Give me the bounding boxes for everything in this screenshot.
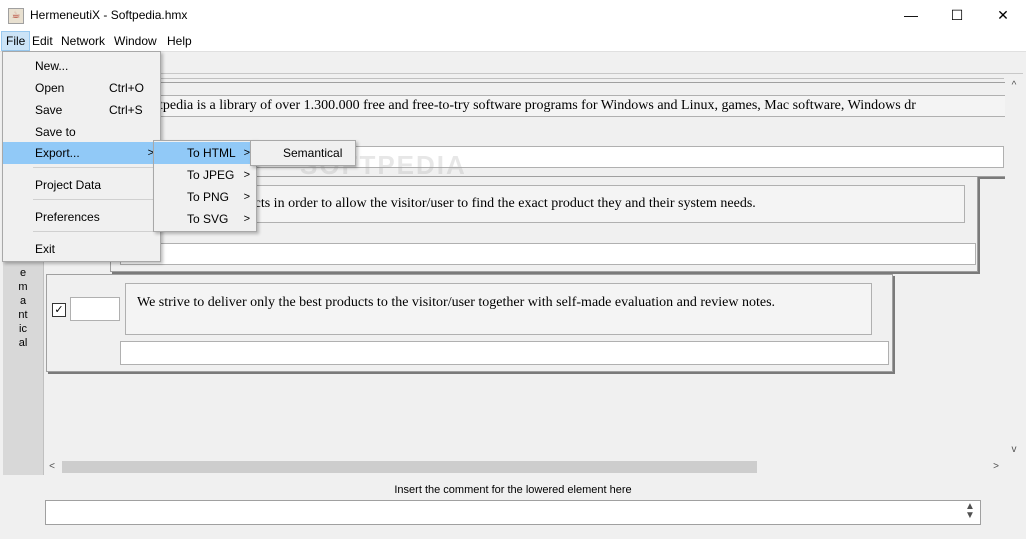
proposition-checkbox[interactable]: ✓: [52, 303, 66, 317]
proposition-text[interactable]: …tpedia is a library of over 1.300.000 f…: [138, 95, 1012, 117]
proposition-comment-field[interactable]: [120, 341, 889, 365]
menu-item-save[interactable]: Save Ctrl+S: [3, 99, 160, 121]
menu-item-label: To PNG: [187, 190, 230, 204]
scroll-left-icon[interactable]: <: [46, 461, 58, 472]
menu-help[interactable]: Help: [163, 31, 196, 51]
title-bar: ☕ HermeneutiX - Softpedia.hmx — ☐ ✕: [0, 0, 1026, 31]
menu-item-project-data[interactable]: Project Data: [3, 174, 160, 196]
menu-item-label: To HTML: [187, 146, 236, 160]
horizontal-scroll-thumb[interactable]: [62, 461, 757, 473]
menu-separator: [33, 199, 157, 200]
proposition-comment-field[interactable]: [120, 243, 976, 265]
menu-edit[interactable]: Edit: [28, 31, 57, 51]
menu-item-label: Export...: [35, 146, 80, 160]
html-submenu: Semantical: [250, 140, 356, 166]
menu-item-new[interactable]: New...: [3, 55, 160, 77]
menu-item-label: Save: [35, 103, 63, 117]
minimize-button[interactable]: —: [888, 0, 934, 31]
menu-separator: [33, 231, 157, 232]
menu-item-open[interactable]: Open Ctrl+O: [3, 77, 160, 99]
menu-item-to-png[interactable]: To PNG >: [154, 186, 256, 208]
menu-item-to-svg[interactable]: To SVG >: [154, 208, 256, 230]
menu-item-accelerator: Ctrl+O: [109, 81, 145, 95]
maximize-button[interactable]: ☐: [934, 0, 980, 31]
menu-item-semantical[interactable]: Semantical: [251, 142, 355, 164]
menu-item-label: Save to: [35, 125, 76, 139]
menu-item-label: New...: [35, 59, 69, 73]
comment-input[interactable]: [45, 500, 981, 525]
chevron-right-icon: >: [243, 191, 250, 203]
scroll-up-icon[interactable]: ^: [1008, 80, 1020, 91]
menu-item-label: Semantical: [283, 146, 343, 160]
export-submenu: To HTML > To JPEG > To PNG > To SVG >: [153, 140, 257, 232]
menu-item-label: To SVG: [187, 212, 229, 226]
menu-item-label: To JPEG: [187, 168, 235, 182]
menu-network[interactable]: Network: [57, 31, 109, 51]
proposition-text[interactable]: We strive to deliver only the best produ…: [125, 283, 872, 335]
menu-item-label: Exit: [35, 242, 56, 256]
window-title: HermeneutiX - Softpedia.hmx: [30, 8, 188, 22]
chevron-right-icon: >: [243, 169, 250, 181]
menu-item-label: Project Data: [35, 178, 102, 192]
side-view-label: emantical: [18, 267, 28, 349]
scroll-right-icon[interactable]: >: [990, 461, 1002, 472]
scroll-down-icon[interactable]: v: [1008, 444, 1020, 455]
close-button[interactable]: ✕: [980, 0, 1026, 31]
comment-label: Insert the comment for the lowered eleme…: [394, 484, 632, 496]
file-menu: New... Open Ctrl+O Save Ctrl+S Save to E…: [2, 51, 161, 262]
menu-item-preferences[interactable]: Preferences: [3, 206, 160, 228]
menu-item-to-html[interactable]: To HTML >: [154, 142, 256, 164]
menu-bar: File Edit Network Window Help: [0, 31, 1026, 52]
menu-item-label: Open: [35, 81, 65, 95]
menu-item-export[interactable]: Export... >: [3, 142, 160, 164]
java-cup-icon: ☕: [8, 8, 24, 24]
menu-item-save-to[interactable]: Save to: [3, 121, 160, 143]
comment-spinner-icon[interactable]: ▲ ▼: [964, 502, 976, 521]
chevron-right-icon: >: [243, 213, 250, 225]
menu-item-accelerator: Ctrl+S: [109, 103, 143, 117]
menu-item-to-jpeg[interactable]: To JPEG >: [154, 164, 256, 186]
menu-item-exit[interactable]: Exit: [3, 238, 160, 260]
proposition-index-field[interactable]: [70, 297, 120, 321]
menu-file[interactable]: File: [1, 31, 31, 51]
menu-item-label: Preferences: [35, 210, 100, 224]
menu-window[interactable]: Window: [110, 31, 161, 51]
menu-separator: [33, 167, 157, 168]
vertical-scrollbar[interactable]: [1005, 78, 1022, 461]
